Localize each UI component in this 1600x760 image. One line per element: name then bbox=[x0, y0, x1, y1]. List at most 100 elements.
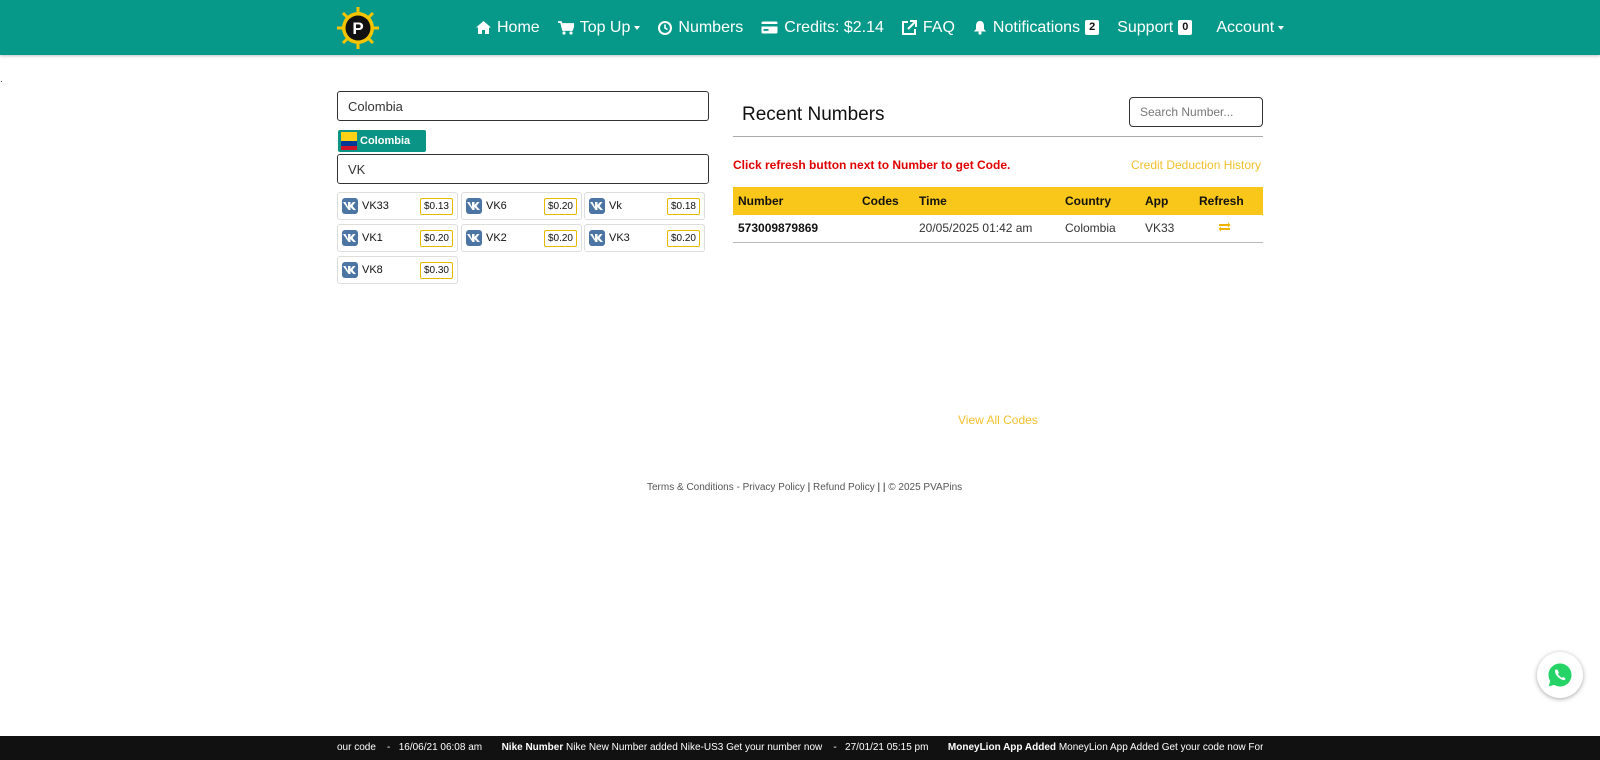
service-item-vk2[interactable]: VK2 $0.20 bbox=[461, 224, 582, 252]
service-price: $0.20 bbox=[543, 197, 577, 215]
refund-link[interactable]: Refund Policy bbox=[813, 482, 875, 493]
service-name: Vk bbox=[609, 200, 622, 212]
vk-icon bbox=[466, 230, 482, 246]
service-item-vk[interactable]: Vk $0.18 bbox=[584, 192, 705, 220]
nav-support-label: Support bbox=[1117, 18, 1174, 36]
vk-icon bbox=[589, 198, 605, 214]
col-refresh: Refresh bbox=[1199, 194, 1244, 208]
service-name: VK1 bbox=[362, 232, 383, 244]
service-price: $0.13 bbox=[419, 197, 453, 215]
recent-numbers-title: Recent Numbers bbox=[742, 104, 885, 125]
footer: Terms & Conditions - Privacy Policy | Re… bbox=[647, 482, 963, 493]
divider bbox=[733, 136, 1263, 137]
nav-account-label: Account bbox=[1216, 18, 1275, 36]
row-codes bbox=[857, 215, 914, 243]
ticker-text-3: MoneyLion App Added Get your code now Fo… bbox=[1058, 742, 1263, 753]
recent-numbers-table: Number Codes Time Country App Refresh 57… bbox=[733, 187, 1263, 243]
nav-faq-label: FAQ bbox=[922, 18, 955, 36]
service-item-vk3[interactable]: VK3 $0.20 bbox=[584, 224, 705, 252]
nav-credits-label: Credits: $2.14 bbox=[784, 18, 884, 36]
table-row: 573009879869 20/05/2025 01:42 am Colombi… bbox=[733, 215, 1263, 243]
refresh-warning: Click refresh button next to Number to g… bbox=[733, 158, 1011, 172]
service-item-vk33[interactable]: VK33 $0.13 bbox=[337, 192, 458, 220]
search-number-input[interactable] bbox=[1129, 97, 1263, 127]
vk-icon bbox=[342, 230, 358, 246]
col-app: App bbox=[1145, 194, 1169, 208]
ticker-date-1: 16/06/21 06:08 am bbox=[398, 742, 483, 753]
cart-icon bbox=[557, 20, 574, 35]
country-select[interactable]: Colombia bbox=[337, 91, 709, 121]
nav-account[interactable]: Account bbox=[1216, 18, 1285, 37]
service-price: $0.30 bbox=[419, 261, 453, 279]
col-number: Number bbox=[738, 194, 784, 208]
notifications-badge: 2 bbox=[1085, 20, 1100, 35]
logo-letter: P bbox=[352, 19, 363, 38]
service-name: VK33 bbox=[362, 200, 389, 212]
col-country: Country bbox=[1065, 194, 1111, 208]
service-item-vk1[interactable]: VK1 $0.20 bbox=[337, 224, 458, 252]
credit-deduction-history-link[interactable]: Credit Deduction History bbox=[1131, 158, 1261, 172]
row-app: VK33 bbox=[1140, 215, 1194, 243]
bell-icon bbox=[973, 21, 986, 35]
col-codes: Codes bbox=[862, 194, 899, 208]
nav-numbers-label: Numbers bbox=[678, 18, 744, 36]
external-link-icon bbox=[901, 20, 917, 35]
ticker-content: our code - 16/06/21 06:08 am Nike Number… bbox=[337, 736, 1263, 760]
nav-topup-label: Top Up bbox=[579, 18, 631, 36]
vk-icon bbox=[589, 230, 605, 246]
nav-faq[interactable]: FAQ bbox=[901, 18, 955, 37]
country-select-value: Colombia bbox=[348, 98, 403, 114]
service-item-vk8[interactable]: VK8 $0.30 bbox=[337, 256, 458, 284]
nav-support[interactable]: Support 0 bbox=[1117, 18, 1193, 37]
news-ticker: our code - 16/06/21 06:08 am Nike Number… bbox=[0, 736, 1600, 760]
country-chip[interactable]: Colombia bbox=[338, 130, 426, 152]
chevron-down-icon bbox=[1278, 25, 1285, 30]
row-time: 20/05/2025 01:42 am bbox=[914, 215, 1060, 243]
ticker-bold-3: MoneyLion App Added bbox=[947, 742, 1057, 753]
nav-notifications-label: Notifications bbox=[992, 18, 1081, 36]
service-name: VK3 bbox=[609, 232, 630, 244]
vk-icon bbox=[342, 198, 358, 214]
site-logo[interactable]: P bbox=[336, 6, 380, 50]
nav-topup[interactable]: Top Up bbox=[557, 18, 641, 37]
privacy-link[interactable]: Privacy Policy bbox=[743, 482, 805, 493]
copyright: © 2025 PVAPins bbox=[888, 482, 963, 493]
nav-numbers[interactable]: Numbers bbox=[658, 19, 743, 37]
terms-link[interactable]: Terms & Conditions bbox=[647, 482, 734, 493]
ticker-text-2: Nike New Number added Nike-US3 Get your … bbox=[566, 742, 823, 753]
col-time: Time bbox=[919, 194, 947, 208]
service-search-input[interactable]: VK bbox=[337, 154, 709, 184]
stray-dot: . bbox=[0, 74, 3, 85]
service-price: $0.20 bbox=[419, 229, 453, 247]
nav-home-label: Home bbox=[497, 18, 540, 36]
service-price: $0.20 bbox=[666, 229, 700, 247]
refresh-icon bbox=[1218, 222, 1231, 232]
ticker-date-2: 27/01/21 05:15 pm bbox=[845, 742, 929, 753]
nav-home[interactable]: Home bbox=[476, 19, 540, 37]
nav-notifications[interactable]: Notifications 2 bbox=[973, 18, 1100, 37]
service-name: VK2 bbox=[486, 232, 507, 244]
ticker-bold-2: Nike Number bbox=[501, 742, 564, 753]
service-name: VK8 bbox=[362, 264, 383, 276]
main-nav: Home Top Up Numbers Credits: $2.14 FAQ N… bbox=[476, 0, 1302, 55]
credit-card-icon bbox=[761, 21, 778, 34]
country-chip-label: Colombia bbox=[360, 135, 411, 147]
service-price: $0.18 bbox=[666, 197, 700, 215]
chevron-down-icon bbox=[634, 25, 641, 30]
colombia-flag-icon bbox=[341, 132, 357, 150]
service-item-vk6[interactable]: VK6 $0.20 bbox=[461, 192, 582, 220]
whatsapp-button[interactable] bbox=[1537, 652, 1583, 698]
row-number: 573009879869 bbox=[733, 215, 857, 243]
ticker-text-1: our code bbox=[337, 742, 376, 753]
service-name: VK6 bbox=[486, 200, 507, 212]
view-all-codes-link[interactable]: View All Codes bbox=[958, 413, 1038, 427]
top-navbar: P Home Top Up Numbers Credits: $2.14 FAQ… bbox=[0, 0, 1600, 55]
home-icon bbox=[476, 21, 491, 34]
row-refresh-button[interactable] bbox=[1194, 215, 1263, 243]
nav-credits[interactable]: Credits: $2.14 bbox=[761, 19, 884, 37]
logo-sun-icon: P bbox=[337, 7, 379, 49]
row-country: Colombia bbox=[1060, 215, 1140, 243]
clock-icon bbox=[658, 20, 673, 35]
support-badge: 0 bbox=[1178, 20, 1193, 35]
vk-icon bbox=[466, 198, 482, 214]
